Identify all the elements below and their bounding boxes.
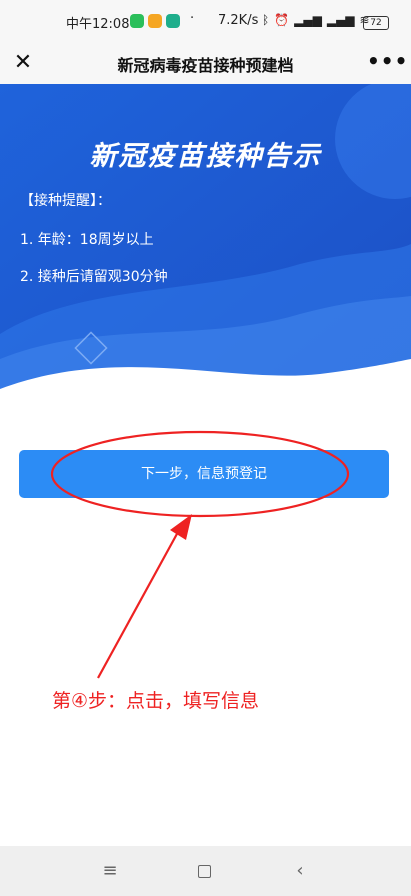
page-title: 新冠病毒疫苗接种预建档	[117, 56, 294, 75]
network-speed: 7.2K/s	[218, 13, 259, 28]
banner-title: 新冠疫苗接种告示	[89, 141, 322, 172]
battery-icon: 72	[363, 16, 389, 30]
reminder-item-age: 1. 年龄：18周岁以上	[20, 232, 154, 248]
nav-bar: ✕ 新冠病毒疫苗接种预建档 •••	[0, 42, 411, 84]
signal-icon: ▂▄▆	[294, 13, 322, 27]
reminder-heading: 【接种提醒】：	[20, 193, 111, 209]
annotation-arrow-line	[97, 531, 179, 679]
status-dot: ·	[190, 11, 195, 26]
annotation-text: 第④步：点击，填写信息	[52, 690, 260, 712]
wechat-icon	[130, 14, 144, 28]
close-icon[interactable]: ✕	[8, 48, 38, 78]
system-nav-bar: ≡ ‹	[0, 846, 411, 896]
annotation-arrow-head	[170, 514, 192, 540]
app-icon	[148, 14, 162, 28]
menu-icon[interactable]: ≡	[90, 856, 130, 886]
signal-icon: ▂▄▆	[326, 13, 355, 27]
shield-app-icon	[166, 14, 180, 28]
home-icon[interactable]	[184, 856, 224, 886]
next-step-button[interactable]: 下一步，信息预登记	[19, 450, 389, 498]
more-icon[interactable]: •••	[367, 48, 407, 78]
reminder-item-observation: 2. 接种后请留观30分钟	[20, 269, 168, 285]
status-app-icons	[130, 14, 180, 28]
status-bar: 中午12:08 · 7.2K/s ᛒ ⏰ ▂▄▆ ▂▄▆ ≋ 72	[0, 0, 411, 42]
status-time: 中午12:08	[66, 17, 130, 32]
notice-banner: 新冠疫苗接种告示 【接种提醒】： 1. 年龄：18周岁以上 2. 接种后请留观3…	[0, 84, 411, 414]
back-icon[interactable]: ‹	[280, 856, 320, 886]
bluetooth-icon: ᛒ	[262, 13, 270, 27]
alarm-icon: ⏰	[274, 13, 290, 27]
status-system-icons: ᛒ ⏰ ▂▄▆ ▂▄▆ ≋	[262, 13, 370, 27]
